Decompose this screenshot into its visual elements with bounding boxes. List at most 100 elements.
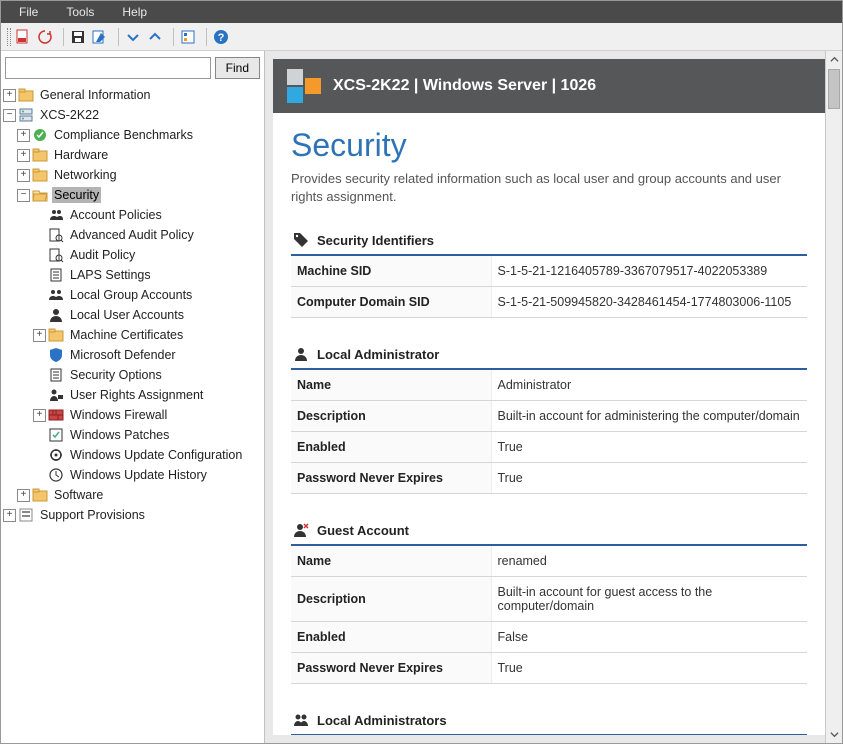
tree-item-wu-config[interactable]: Windows Update Configuration — [1, 445, 264, 465]
tree-item-host[interactable]: − XCS-2K22 — [1, 105, 264, 125]
properties-button[interactable] — [180, 27, 200, 47]
table-row: EnabledTrue — [291, 432, 807, 463]
server-icon — [18, 107, 34, 123]
tree-item-local-group[interactable]: Local Group Accounts — [1, 285, 264, 305]
page-title: Security — [291, 127, 807, 164]
defender-icon — [48, 347, 64, 363]
expand-icon[interactable]: + — [17, 149, 30, 162]
expand-icon[interactable]: + — [17, 489, 30, 502]
table-row: Computer Domain SIDS-1-5-21-509945820-34… — [291, 287, 807, 318]
tree-label: Security Options — [68, 367, 164, 383]
section-title: Local Administrators — [317, 713, 447, 728]
expand-icon[interactable]: + — [3, 89, 16, 102]
tree-item-local-user[interactable]: Local User Accounts — [1, 305, 264, 325]
scroll-thumb[interactable] — [828, 69, 840, 109]
row-value: True — [491, 463, 807, 494]
tree-item-general-info[interactable]: + General Information — [1, 85, 264, 105]
tree-leaf-spacer — [33, 289, 46, 302]
section-guest-account: Guest Account NamerenamedDescriptionBuil… — [291, 516, 807, 684]
menu-help[interactable]: Help — [108, 3, 161, 21]
section-local-administrator: Local Administrator NameAdministratorDes… — [291, 340, 807, 494]
scroll-down-icon[interactable] — [826, 726, 842, 743]
section-title: Security Identifiers — [317, 233, 434, 248]
expand-icon[interactable]: + — [17, 129, 30, 142]
tree-item-hardware[interactable]: + Hardware — [1, 145, 264, 165]
tree-label: User Rights Assignment — [68, 387, 205, 403]
app-logo-icon — [287, 69, 321, 103]
tree-item-laps[interactable]: LAPS Settings — [1, 265, 264, 285]
tree-item-sec-options[interactable]: Security Options — [1, 365, 264, 385]
tree-item-account-policies[interactable]: Account Policies — [1, 205, 264, 225]
tree-label: Local Group Accounts — [68, 287, 194, 303]
scroll-up-icon[interactable] — [826, 51, 842, 68]
collapse-icon[interactable]: − — [17, 189, 30, 202]
chevron-down-icon — [125, 29, 141, 45]
audit-policy-icon — [48, 247, 64, 263]
patches-icon — [48, 427, 64, 443]
vertical-scrollbar[interactable] — [825, 51, 842, 743]
menu-file[interactable]: File — [5, 3, 52, 21]
tree-item-software[interactable]: + Software — [1, 485, 264, 505]
expand-icon[interactable]: + — [33, 409, 46, 422]
row-value: renamed — [491, 546, 807, 577]
tree-leaf-spacer — [33, 269, 46, 282]
tag-icon — [293, 232, 309, 248]
tree-leaf-spacer — [33, 309, 46, 322]
expand-icon[interactable]: + — [33, 329, 46, 342]
expand-down-button[interactable] — [125, 27, 145, 47]
tree-item-networking[interactable]: + Networking — [1, 165, 264, 185]
tree-item-compliance[interactable]: + Compliance Benchmarks — [1, 125, 264, 145]
tree-item-wu-history[interactable]: Windows Update History — [1, 465, 264, 485]
toolbar-separator — [206, 28, 207, 46]
expand-icon[interactable]: + — [17, 169, 30, 182]
tree-item-security[interactable]: − Security — [1, 185, 264, 205]
tree-label: Security — [52, 187, 101, 203]
tree-label: LAPS Settings — [68, 267, 153, 283]
person-icon — [293, 346, 309, 362]
tree-item-adv-audit[interactable]: Advanced Audit Policy — [1, 225, 264, 245]
find-input[interactable] — [5, 57, 211, 79]
export-pdf-button[interactable] — [15, 27, 35, 47]
help-button[interactable]: ? — [213, 27, 233, 47]
wu-history-icon — [48, 467, 64, 483]
collapse-up-button[interactable] — [147, 27, 167, 47]
tree-item-user-rights[interactable]: User Rights Assignment — [1, 385, 264, 405]
row-value: Administrator — [491, 370, 807, 401]
row-key: Computer Domain SID — [291, 287, 491, 318]
tree-label: Networking — [52, 167, 119, 183]
navigation-panel: Find + General Information − XCS-2K22 — [1, 51, 265, 743]
toolbar-separator — [63, 28, 64, 46]
help-icon: ? — [213, 29, 229, 45]
tree-item-defender[interactable]: Microsoft Defender — [1, 345, 264, 365]
refresh-button[interactable] — [37, 27, 57, 47]
person-x-icon — [293, 522, 309, 538]
find-button[interactable]: Find — [215, 57, 260, 79]
collapse-icon[interactable]: − — [3, 109, 16, 122]
row-key: Name — [291, 370, 491, 401]
table-row: EnabledFalse — [291, 622, 807, 653]
expand-icon[interactable]: + — [3, 509, 16, 522]
tree-item-firewall[interactable]: +Windows Firewall — [1, 405, 264, 425]
local-group-icon — [48, 287, 64, 303]
menu-bar: File Tools Help — [1, 1, 842, 23]
edit-button[interactable] — [92, 27, 112, 47]
row-key: Name — [291, 546, 491, 577]
tree-item-patches[interactable]: Windows Patches — [1, 425, 264, 445]
tree-item-support[interactable]: + Support Provisions — [1, 505, 264, 525]
firewall-icon — [48, 407, 64, 423]
table-row: NameAdministrator — [291, 370, 807, 401]
row-key: Description — [291, 401, 491, 432]
row-key: Password Never Expires — [291, 463, 491, 494]
tree-item-machine-certs[interactable]: +Machine Certificates — [1, 325, 264, 345]
tree-label: Windows Patches — [68, 427, 171, 443]
section-security-identifiers: Security Identifiers Machine SIDS-1-5-21… — [291, 226, 807, 318]
save-button[interactable] — [70, 27, 90, 47]
table-row: Machine SIDS-1-5-21-1216405789-336707951… — [291, 256, 807, 287]
menu-tools[interactable]: Tools — [52, 3, 108, 21]
toolbar-separator — [118, 28, 119, 46]
table-row: Password Never ExpiresTrue — [291, 653, 807, 684]
tree-leaf-spacer — [33, 449, 46, 462]
tree-label: Hardware — [52, 147, 110, 163]
row-value: True — [491, 653, 807, 684]
tree-item-audit-policy[interactable]: Audit Policy — [1, 245, 264, 265]
